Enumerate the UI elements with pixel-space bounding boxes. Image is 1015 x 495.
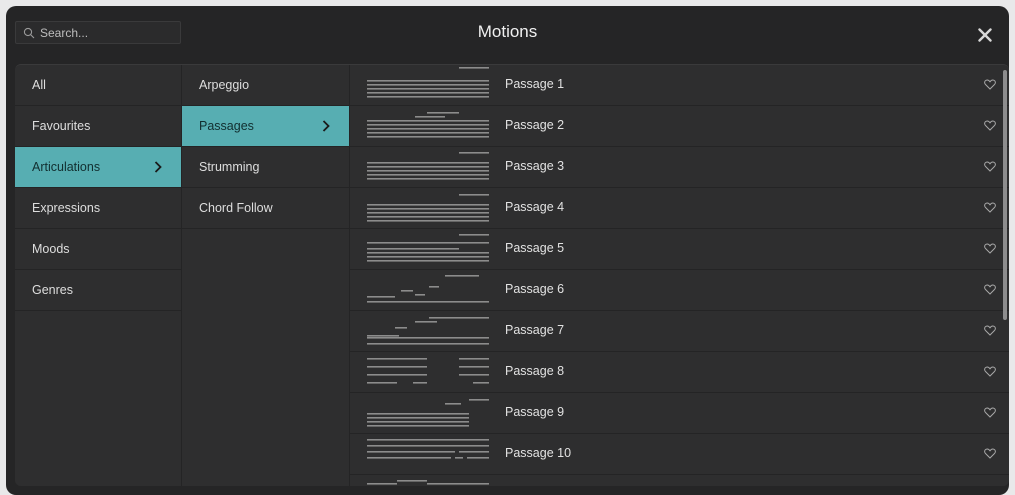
motion-thumbnail: [367, 358, 489, 384]
motion-label: Passage 10: [505, 446, 572, 460]
category-item[interactable]: All: [15, 65, 181, 106]
chevron-right-icon: [322, 120, 330, 132]
motion-thumbnail: [367, 234, 489, 262]
chevron-right-icon: [154, 161, 162, 173]
motion-list: Passage 1 Passage 2 Passage 3 Passage 4 Pass…: [350, 65, 1009, 486]
motion-thumbnail: [367, 275, 489, 303]
motion-thumbnail: [367, 439, 489, 459]
heart-icon[interactable]: [984, 120, 996, 131]
heart-icon[interactable]: [984, 407, 996, 418]
motion-thumbnail: [367, 194, 489, 222]
subcategory-list: Arpeggio Passages Strumming Chord Follow: [182, 65, 350, 486]
motion-row[interactable]: Passage 4: [350, 188, 1009, 229]
subcategory-item[interactable]: Arpeggio: [182, 65, 349, 106]
subcategory-item-label: Passages: [199, 119, 254, 133]
motion-thumbnail: [367, 399, 489, 427]
motion-thumbnail: [367, 480, 489, 485]
motion-label: Passage 7: [505, 323, 565, 337]
motion-label: Passage 8: [505, 364, 565, 378]
subcategory-item[interactable]: Chord Follow: [182, 188, 349, 229]
subcategory-item[interactable]: Strumming: [182, 147, 349, 188]
scrollbar[interactable]: [1001, 65, 1009, 486]
motion-row[interactable]: Passage 10: [350, 434, 1009, 475]
motion-row-partial: [350, 475, 1009, 486]
heart-icon[interactable]: [984, 202, 996, 213]
motion-thumbnail: [367, 112, 489, 138]
motion-row[interactable]: Passage 6: [350, 270, 1009, 311]
motion-row[interactable]: Passage 7: [350, 311, 1009, 352]
motion-label: Passage 9: [505, 405, 565, 419]
motion-row[interactable]: Passage 2: [350, 106, 1009, 147]
motion-label: Passage 4: [505, 200, 565, 214]
browser-panel: All Favourites Articulations Expressions Moo…: [15, 64, 1009, 486]
motion-row[interactable]: Passage 5: [350, 229, 1009, 270]
motion-label: Passage 6: [505, 282, 565, 296]
motion-row[interactable]: Passage 1: [350, 65, 1009, 106]
subcategory-item-label: Chord Follow: [199, 201, 273, 215]
heart-icon[interactable]: [984, 448, 996, 459]
motion-row[interactable]: Passage 8: [350, 352, 1009, 393]
heart-icon[interactable]: [984, 284, 996, 295]
category-item-label: Favourites: [32, 119, 91, 133]
close-button[interactable]: [973, 23, 997, 47]
motion-label: Passage 2: [505, 118, 565, 132]
category-item[interactable]: Expressions: [15, 188, 181, 229]
heart-icon[interactable]: [984, 325, 996, 336]
subcategory-item-label: Arpeggio: [199, 78, 250, 92]
category-item-label: Articulations: [32, 160, 101, 174]
category-item-label: Expressions: [32, 201, 101, 215]
motion-label: Passage 5: [505, 241, 565, 255]
category-item-label: Genres: [32, 283, 73, 297]
category-item[interactable]: Moods: [15, 229, 181, 270]
motion-thumbnail: [367, 317, 489, 345]
scrollbar-thumb[interactable]: [1003, 70, 1007, 320]
motions-window: Motions All Favourites Articulations Expres…: [6, 6, 1009, 495]
subcategory-item-label: Strumming: [199, 160, 260, 174]
category-item[interactable]: Articulations: [15, 147, 181, 188]
page-title: Motions: [477, 22, 538, 41]
motion-row[interactable]: Passage 3: [350, 147, 1009, 188]
motion-row[interactable]: Passage 9: [350, 393, 1009, 434]
category-list: All Favourites Articulations Expressions Moo…: [15, 65, 182, 486]
heart-icon[interactable]: [984, 366, 996, 377]
header: Motions: [6, 6, 1009, 62]
category-item-label: All: [32, 78, 46, 92]
motion-label: Passage 3: [505, 159, 565, 173]
motion-thumbnail: [367, 152, 489, 180]
subcategory-item[interactable]: Passages: [182, 106, 349, 147]
category-item[interactable]: Genres: [15, 270, 181, 311]
motion-thumbnail: [367, 67, 489, 98]
heart-icon[interactable]: [984, 161, 996, 172]
category-item[interactable]: Favourites: [15, 106, 181, 147]
motion-label: Passage 1: [505, 77, 565, 91]
heart-icon[interactable]: [984, 243, 996, 254]
heart-icon[interactable]: [984, 79, 996, 90]
close-icon: [978, 28, 992, 42]
category-item-label: Moods: [32, 242, 70, 256]
